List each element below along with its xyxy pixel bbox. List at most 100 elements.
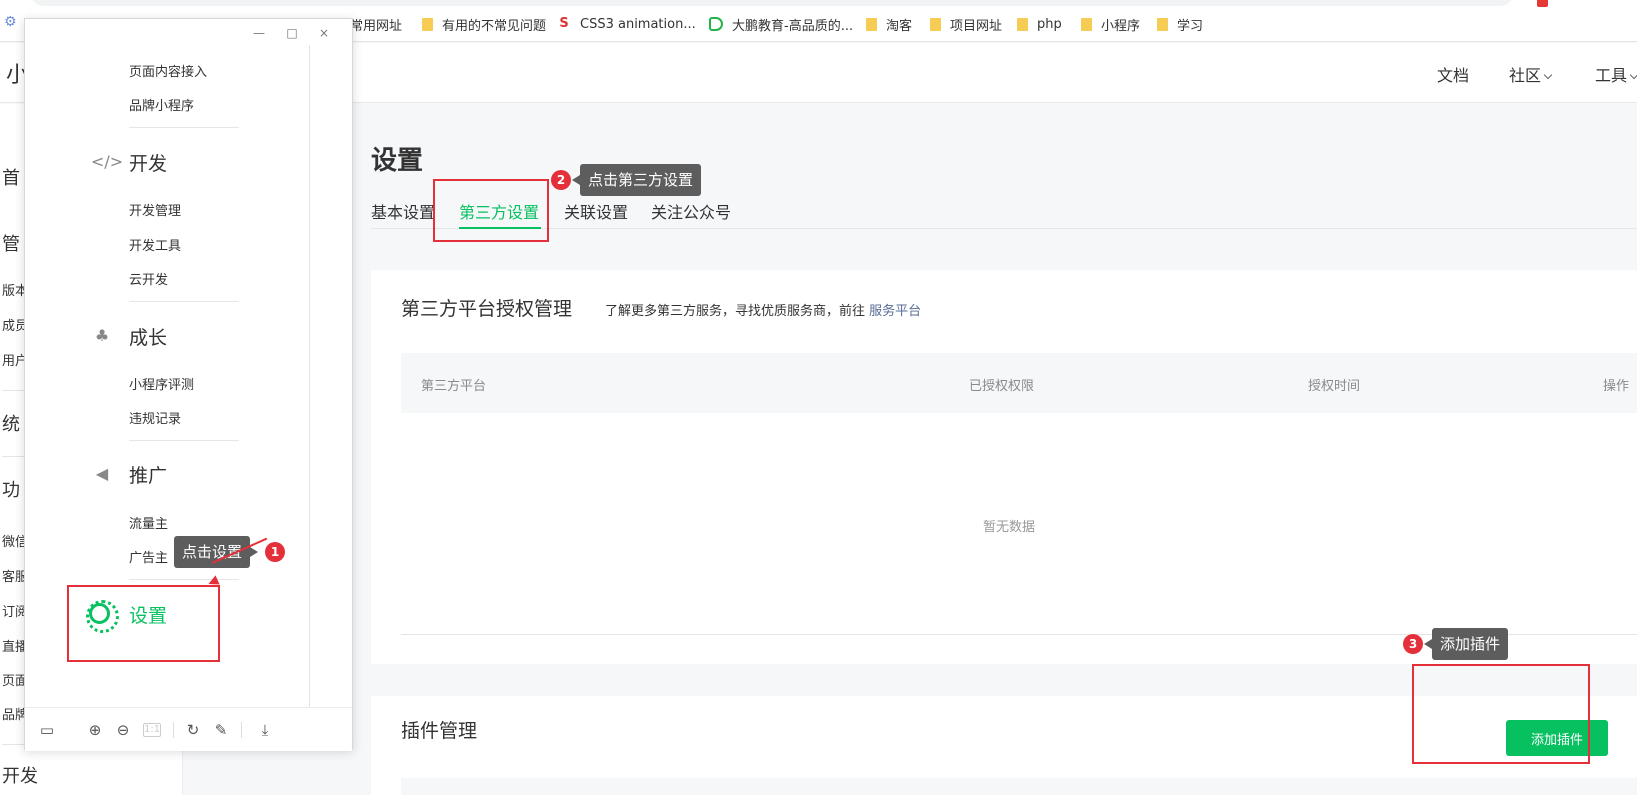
bookmark-dapeng[interactable]: 大鹏教育-高品质的... bbox=[709, 14, 853, 34]
third-party-desc: 了解更多第三方服务，寻找优质服务商，前往 服务平台 bbox=[605, 300, 921, 319]
sidebar-divider bbox=[2, 390, 24, 391]
bookmark-php[interactable]: php bbox=[1017, 14, 1062, 34]
plugin-table-header bbox=[401, 778, 1637, 795]
highlight-add-plugin bbox=[1412, 664, 1590, 764]
bookmark-label: CSS3 animation... bbox=[580, 16, 696, 32]
menu-item-brand-mp[interactable]: 品牌小程序 bbox=[129, 95, 194, 114]
tab-association[interactable]: 关联设置 bbox=[564, 199, 628, 223]
step-badge-2: 2 bbox=[551, 170, 571, 190]
sidebar-item-stats[interactable]: 统 bbox=[2, 410, 20, 436]
minimize-icon[interactable]: — bbox=[251, 25, 267, 41]
menu-head-growth[interactable]: 成长 bbox=[129, 323, 167, 350]
bookmark-label: 学习 bbox=[1177, 18, 1204, 34]
col-auth-time: 授权时间 bbox=[1308, 379, 1361, 394]
bookmark-label: 项目网址 bbox=[950, 18, 1003, 34]
folder-icon bbox=[1017, 17, 1028, 31]
css3-icon: S bbox=[559, 16, 569, 31]
nav-tools-label: 工具 bbox=[1595, 66, 1628, 85]
settings-tabs: 基本设置 第三方设置 关联设置 关注公众号 bbox=[371, 199, 1637, 229]
toolbar-separator bbox=[241, 722, 242, 738]
bookmark-css3[interactable]: S CSS3 animation... bbox=[557, 14, 696, 34]
page-title: 设置 bbox=[371, 146, 424, 176]
maximize-icon[interactable]: □ bbox=[284, 25, 300, 41]
menu-item-traffic[interactable]: 流量主 bbox=[129, 513, 168, 532]
desc-text: 了解更多第三方服务，寻找优质服务商，前往 bbox=[605, 304, 866, 319]
zoom-in-icon[interactable]: ⊕ bbox=[85, 720, 105, 740]
folder-icon bbox=[422, 17, 433, 31]
rotate-icon[interactable]: ↻ bbox=[183, 720, 203, 740]
layout-icon[interactable]: ▭ bbox=[37, 720, 57, 740]
menu-item-page-content[interactable]: 页面内容接入 bbox=[129, 61, 207, 80]
menu-head-promo[interactable]: 推广 bbox=[129, 461, 167, 488]
close-icon[interactable]: × bbox=[316, 25, 332, 41]
empty-state: 暂无数据 bbox=[983, 520, 1036, 535]
bookmark-label: 常用网址 bbox=[350, 18, 403, 34]
sidebar-item-manage[interactable]: 管 bbox=[2, 230, 20, 256]
nav-community[interactable]: 社区 bbox=[1509, 62, 1553, 86]
actual-size-icon[interactable]: 1:1 bbox=[143, 723, 161, 737]
toolbar-separator bbox=[173, 722, 174, 738]
bookmark-miniprogram[interactable]: 小程序 bbox=[1081, 14, 1140, 34]
sidebar-item-home[interactable]: 首 bbox=[2, 164, 20, 190]
folder-icon bbox=[930, 17, 941, 31]
download-icon[interactable]: ⤓ bbox=[255, 720, 275, 740]
panel-scrollbar[interactable] bbox=[309, 45, 310, 715]
menu-divider bbox=[129, 440, 239, 441]
highlight-third-party-tab bbox=[433, 179, 549, 242]
bookmark-taoke[interactable]: 淘客 bbox=[866, 14, 912, 34]
folder-icon bbox=[866, 17, 877, 31]
bookmark-faq[interactable]: 有用的不常见问题 bbox=[422, 14, 546, 34]
sidebar-item-dev[interactable]: 开发 bbox=[2, 762, 38, 788]
tab-basic[interactable]: 基本设置 bbox=[371, 199, 435, 223]
third-party-title: 第三方平台授权管理 bbox=[401, 298, 573, 320]
bookmark-label: 大鹏教育-高品质的... bbox=[732, 18, 854, 34]
tab-follow-account[interactable]: 关注公众号 bbox=[651, 199, 731, 223]
tooltip-step2: 点击第三方设置 bbox=[571, 164, 702, 196]
sprout-icon: ♣ bbox=[94, 326, 110, 345]
sidebar-item-features[interactable]: 功 bbox=[2, 476, 20, 502]
nav-docs[interactable]: 文档 bbox=[1437, 62, 1469, 86]
menu-item-advertiser[interactable]: 广告主 bbox=[129, 547, 168, 566]
bookmark-label: 小程序 bbox=[1101, 18, 1141, 34]
folder-icon bbox=[1157, 17, 1168, 31]
extension-icon[interactable]: ⚙ bbox=[4, 14, 20, 30]
table-header: 第三方平台 已授权权限 授权时间 操作 bbox=[401, 353, 1637, 413]
notification-badge[interactable] bbox=[1537, 0, 1548, 7]
plugin-title: 插件管理 bbox=[401, 720, 478, 742]
menu-divider bbox=[129, 579, 239, 580]
megaphone-icon: ◀ bbox=[95, 464, 109, 483]
chevron-down-icon bbox=[1543, 70, 1553, 80]
highlight-settings bbox=[67, 585, 220, 662]
image-viewer-toolbar: ▭ ⊕ ⊖ 1:1 ↻ ✎ ⤓ bbox=[25, 707, 352, 751]
address-bar[interactable] bbox=[30, 0, 1514, 6]
col-platform: 第三方平台 bbox=[421, 379, 487, 394]
menu-item-evaluation[interactable]: 小程序评测 bbox=[129, 374, 194, 393]
service-platform-link[interactable]: 服务平台 bbox=[869, 304, 921, 319]
menu-item-dev-tools[interactable]: 开发工具 bbox=[129, 235, 181, 254]
col-permissions: 已授权权限 bbox=[969, 379, 1035, 394]
sidebar-divider bbox=[2, 456, 24, 457]
step-badge-1: 1 bbox=[265, 542, 285, 562]
menu-item-cloud-dev[interactable]: 云开发 bbox=[129, 269, 168, 288]
nav-community-label: 社区 bbox=[1509, 66, 1542, 85]
bookmark-study[interactable]: 学习 bbox=[1157, 14, 1203, 34]
code-icon: </> bbox=[91, 152, 124, 171]
menu-item-violations[interactable]: 违规记录 bbox=[129, 408, 181, 427]
zoom-out-icon[interactable]: ⊖ bbox=[113, 720, 133, 740]
chevron-down-icon bbox=[1629, 70, 1637, 80]
bookmark-label: php bbox=[1037, 16, 1062, 32]
menu-divider bbox=[129, 127, 239, 128]
step-badge-3: 3 bbox=[1403, 634, 1423, 654]
menu-head-dev[interactable]: 开发 bbox=[129, 149, 167, 176]
menu-item-dev-manage[interactable]: 开发管理 bbox=[129, 200, 181, 219]
menu-divider bbox=[129, 301, 239, 302]
tooltip-step3: 添加插件 bbox=[1423, 628, 1509, 660]
third-party-card: 第三方平台授权管理 了解更多第三方服务，寻找优质服务商，前往 服务平台 第三方平… bbox=[371, 270, 1637, 664]
bookmark-label: 有用的不常见问题 bbox=[442, 18, 547, 34]
dapeng-icon bbox=[709, 17, 723, 31]
sidebar-divider bbox=[2, 744, 24, 745]
folder-icon bbox=[1081, 17, 1092, 31]
edit-icon[interactable]: ✎ bbox=[211, 720, 231, 740]
bookmark-projects[interactable]: 项目网址 bbox=[930, 14, 1002, 34]
nav-tools[interactable]: 工具 bbox=[1595, 62, 1637, 86]
